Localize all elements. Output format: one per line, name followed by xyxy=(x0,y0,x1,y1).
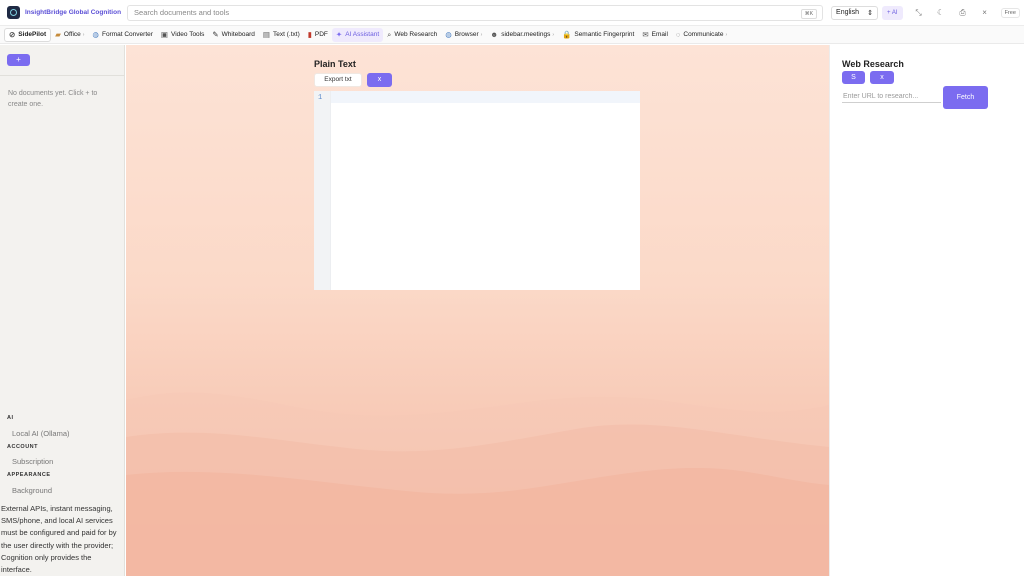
app-title: InsightBridge Global Cognition xyxy=(25,9,122,16)
chevron-updown-icon: ⇕ xyxy=(867,9,874,17)
section-heading-ai: AI xyxy=(7,415,14,421)
chevron-right-icon: › xyxy=(480,31,483,38)
tool-label: Semantic Fingerprint xyxy=(574,31,635,38)
tool-email[interactable]: ✉ Email xyxy=(638,28,672,42)
line-number: 1 xyxy=(318,94,323,102)
background-link[interactable]: Background xyxy=(12,486,52,495)
tool-label: SidePilot xyxy=(18,31,47,38)
sidepilot-icon: ⊘ xyxy=(9,30,16,39)
tool-browser[interactable]: ◍ Browser › xyxy=(441,28,486,42)
printer-icon[interactable]: ⎙ xyxy=(957,7,969,19)
tool-bar: ⊘ SidePilot ▰ Office › ◍ Format Converter ▣ Vide… xyxy=(0,26,1024,44)
services-disclaimer: External APIs, instant messaging, SMS/ph… xyxy=(1,504,117,575)
url-input[interactable] xyxy=(842,91,941,103)
tool-video-tools[interactable]: ▣ Video Tools xyxy=(157,28,208,42)
tool-label: Text (.txt) xyxy=(273,31,300,38)
search-shortcut: ⌘K xyxy=(800,8,818,19)
tool-label: Whiteboard xyxy=(221,31,255,38)
line-gutter: 1 xyxy=(314,91,331,290)
sidebar-divider xyxy=(0,75,125,76)
tool-office[interactable]: ▰ Office › xyxy=(51,28,88,42)
tool-label: Format Converter xyxy=(101,31,153,38)
globe-icon: ◍ xyxy=(445,30,452,39)
workspace: Plain Text Export txt x 1 xyxy=(126,45,829,576)
tool-label: Communicate xyxy=(683,31,724,38)
active-line[interactable] xyxy=(331,91,640,103)
folder-icon: ▰ xyxy=(55,30,61,39)
document-icon: ▤ xyxy=(262,30,271,39)
tool-label: Web Research xyxy=(394,31,438,38)
search-input[interactable] xyxy=(134,8,785,17)
tool-pdf[interactable]: ▮ PDF xyxy=(304,28,332,42)
left-sidebar: + No documents yet. Click + to create on… xyxy=(0,45,125,576)
tool-label: sidebar.meetings xyxy=(501,31,551,38)
magnifier-icon: ⌕ xyxy=(387,29,392,39)
pencil-icon: ✎ xyxy=(212,30,219,39)
clapper-icon: ▣ xyxy=(160,30,168,39)
moon-icon[interactable]: ☾ xyxy=(935,7,947,19)
tool-label: PDF xyxy=(314,31,328,38)
lock-icon: 🔒 xyxy=(562,30,572,39)
chevron-right-icon: › xyxy=(552,31,555,38)
panel-title: Web Research xyxy=(842,59,904,69)
tool-label: AI Assistant xyxy=(345,31,380,38)
language-select[interactable]: English ⇕ xyxy=(831,5,879,20)
tool-communicate[interactable]: ◌ Communicate › xyxy=(672,28,731,42)
app-logo-icon[interactable] xyxy=(7,6,20,19)
export-txt-button[interactable]: Export txt xyxy=(314,73,362,87)
tool-label: Browser xyxy=(454,31,479,38)
speech-bubble-icon: ◌ xyxy=(675,30,681,39)
subscription-link[interactable]: Subscription xyxy=(12,457,53,466)
close-editor-button[interactable]: x xyxy=(367,73,392,87)
chevron-right-icon: › xyxy=(725,31,728,38)
tool-whiteboard[interactable]: ✎ Whiteboard xyxy=(208,28,259,42)
people-icon: ☻ xyxy=(490,30,499,39)
editor-title: Plain Text xyxy=(314,59,356,69)
close-icon[interactable]: × xyxy=(979,7,991,19)
book-icon: ▮ xyxy=(307,30,312,39)
tool-sidebar-meetings[interactable]: ☻ sidebar.meetings › xyxy=(486,28,558,42)
section-heading-appearance: APPEARANCE xyxy=(7,472,51,478)
save-research-button[interactable]: S xyxy=(842,71,865,84)
empty-documents-message: No documents yet. Click + to create one. xyxy=(8,90,98,108)
top-bar: InsightBridge Global Cognition ⌘K Englis… xyxy=(0,0,1024,26)
tool-text-txt[interactable]: ▤ Text (.txt) xyxy=(259,28,304,42)
sparkle-icon: ✦ xyxy=(335,30,343,39)
local-ai-link[interactable]: Local AI (Ollama) xyxy=(12,429,70,438)
envelope-icon: ✉ xyxy=(642,30,649,39)
add-document-button[interactable]: + xyxy=(7,54,30,66)
tool-label: Email xyxy=(651,31,668,38)
web-research-panel: Web Research S x Fetch xyxy=(829,45,1024,576)
text-editor[interactable]: 1 xyxy=(314,91,640,290)
close-panel-button[interactable]: x xyxy=(870,71,894,84)
plan-badge[interactable]: Free xyxy=(1000,7,1020,18)
ai-toggle-button[interactable]: + AI xyxy=(882,5,903,20)
globe-icon: ◍ xyxy=(92,30,99,39)
chevron-right-icon: › xyxy=(82,31,85,38)
tool-ai-assistant[interactable]: ✦ AI Assistant xyxy=(331,27,384,42)
section-heading-account: ACCOUNT xyxy=(7,444,38,450)
search-box[interactable]: ⌘K xyxy=(127,4,824,21)
tool-format-converter[interactable]: ◍ Format Converter xyxy=(88,28,156,42)
tool-label: Office xyxy=(63,31,81,38)
fetch-button[interactable]: Fetch xyxy=(943,86,988,109)
tool-semantic-fingerprint[interactable]: 🔒 Semantic Fingerprint xyxy=(558,28,638,42)
tool-label: Video Tools xyxy=(171,31,205,38)
tool-web-research[interactable]: ⌕ Web Research xyxy=(383,28,441,42)
tool-sidepilot[interactable]: ⊘ SidePilot xyxy=(4,27,52,42)
language-value: English xyxy=(836,9,860,16)
resize-icon[interactable]: ⤡ xyxy=(913,7,925,19)
